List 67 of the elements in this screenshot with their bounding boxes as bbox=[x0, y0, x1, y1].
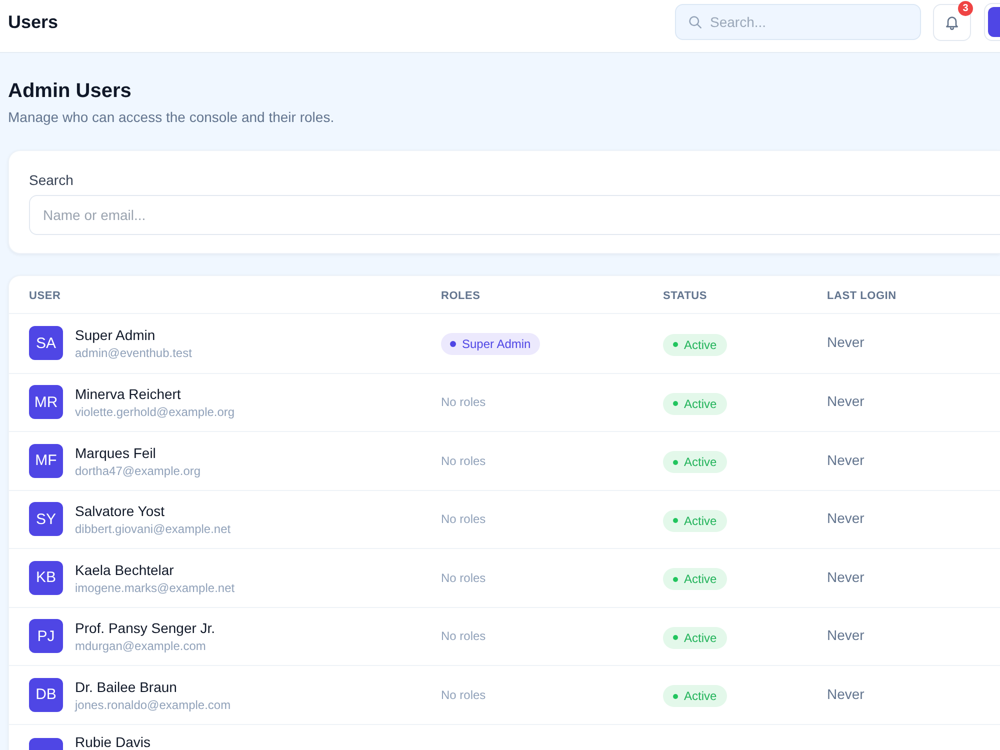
column-header: LAST LOGIN bbox=[827, 290, 896, 302]
status-label: Active bbox=[684, 336, 717, 352]
avatar: MF bbox=[29, 444, 63, 478]
column-header: STATUS bbox=[663, 290, 708, 302]
last-login-text: Never bbox=[827, 510, 864, 526]
dot-icon bbox=[673, 342, 678, 347]
no-roles-text: No roles bbox=[441, 688, 486, 702]
user-name: Rubie Davis bbox=[75, 734, 150, 748]
user-name: Dr. Bailee Braun bbox=[75, 678, 178, 697]
user-name: Kaela Bechtelar bbox=[75, 560, 175, 580]
avatar: KB bbox=[29, 560, 63, 595]
user-email: violette.gerhold@example.org bbox=[75, 404, 235, 420]
status-label: Active bbox=[684, 571, 717, 587]
user-name: Prof. Pansy Senger Jr. bbox=[75, 619, 216, 638]
search-icon bbox=[688, 15, 702, 29]
dot-icon bbox=[673, 576, 678, 582]
notifications-button[interactable]: 3 bbox=[933, 4, 971, 40]
avatar-icon bbox=[988, 7, 1000, 37]
search-label: Search bbox=[29, 171, 74, 190]
role-label: Super Admin bbox=[462, 336, 531, 352]
dot-icon bbox=[673, 694, 678, 698]
name-email-input[interactable]: Name or email... bbox=[29, 195, 1000, 235]
no-roles-text: No roles bbox=[441, 629, 486, 644]
bell-icon bbox=[944, 14, 960, 30]
section-title: Admin Users bbox=[8, 79, 132, 104]
dot-icon bbox=[450, 341, 456, 348]
no-roles-text: No roles bbox=[441, 454, 486, 468]
last-login-text: Never bbox=[827, 627, 864, 644]
page-title: Users bbox=[8, 11, 58, 34]
no-roles-text: No roles bbox=[441, 512, 486, 526]
column-header: USER bbox=[29, 290, 61, 302]
user-email: admin@eventhub.test bbox=[75, 345, 192, 362]
user-name: Marques Feil bbox=[75, 444, 157, 463]
last-login-text: Never bbox=[827, 334, 864, 350]
dot-icon bbox=[673, 401, 678, 406]
avatar-button[interactable] bbox=[984, 3, 1000, 41]
status-label: Active bbox=[684, 512, 717, 528]
user-email: mdurgan@example.com bbox=[75, 638, 207, 654]
user-name: Salvatore Yost bbox=[75, 502, 166, 522]
status-label: Active bbox=[684, 396, 717, 412]
last-login-text: Never bbox=[827, 393, 864, 410]
user-email: dibbert.giovani@example.net bbox=[75, 521, 231, 538]
notification-count: 3 bbox=[958, 0, 973, 16]
avatar: MR bbox=[29, 385, 63, 420]
status-label: Active bbox=[684, 688, 717, 704]
dot-icon bbox=[673, 518, 678, 523]
user-email: jones.ronaldo@example.com bbox=[75, 696, 231, 713]
last-login-text: Never bbox=[827, 452, 864, 468]
section-subtitle: Manage who can access the console and their roles. bbox=[8, 108, 336, 127]
status-label: Active bbox=[684, 630, 717, 646]
search-field[interactable]: Search... bbox=[675, 4, 921, 40]
last-login-text: Never bbox=[827, 686, 864, 702]
user-email: dortha47@example.org bbox=[75, 462, 201, 479]
column-header: ROLES bbox=[441, 290, 480, 302]
status-label: Active bbox=[684, 454, 717, 470]
no-roles-text: No roles bbox=[441, 395, 486, 410]
avatar: SY bbox=[29, 502, 63, 536]
user-email: imogene.marks@example.net bbox=[75, 580, 235, 596]
no-roles-text: No roles bbox=[441, 570, 486, 585]
user-name: Minerva Reichert bbox=[75, 385, 182, 404]
last-login-text: Never bbox=[827, 568, 864, 585]
dot-icon bbox=[673, 460, 678, 464]
dot-icon bbox=[673, 635, 678, 640]
avatar: PJ bbox=[29, 619, 63, 654]
avatar: DB bbox=[29, 678, 63, 712]
avatar: SA bbox=[29, 326, 63, 360]
user-name: Super Admin bbox=[75, 326, 156, 346]
